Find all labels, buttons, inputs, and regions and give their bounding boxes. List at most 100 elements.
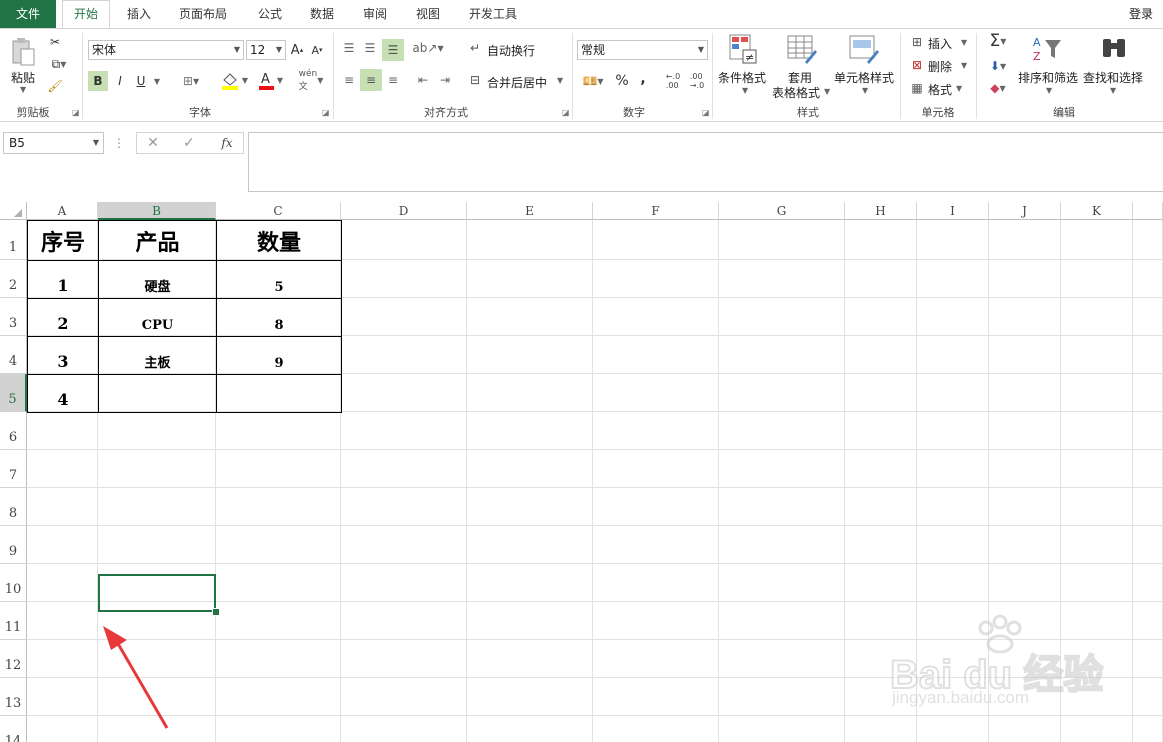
- accounting-format-icon[interactable]: 💴 ▼: [578, 71, 608, 91]
- grid-cell[interactable]: [1061, 374, 1133, 412]
- delete-cells-icon[interactable]: ⊠: [908, 57, 926, 73]
- grid-cell[interactable]: [467, 450, 593, 488]
- font-color-icon[interactable]: A ▼: [254, 69, 286, 91]
- grid-cell[interactable]: [593, 336, 719, 374]
- grid-cell[interactable]: [593, 298, 719, 336]
- grid-cell[interactable]: [719, 526, 845, 564]
- grid-cell[interactable]: [593, 526, 719, 564]
- table-cell[interactable]: 1: [27, 260, 99, 299]
- row-header-7[interactable]: 7: [0, 450, 27, 488]
- grid-cell[interactable]: [467, 602, 593, 640]
- find-select-button[interactable]: 查找和选择: [1083, 69, 1143, 86]
- grid-cell[interactable]: [719, 640, 845, 678]
- format-painter-icon[interactable]: 🖌: [46, 77, 64, 95]
- font-size-select[interactable]: 12 ▼: [246, 40, 286, 60]
- decrease-indent-icon[interactable]: ⇤: [414, 71, 432, 89]
- table-cell[interactable]: 2: [27, 298, 99, 337]
- column-header-c[interactable]: C: [216, 202, 341, 220]
- grid-cell[interactable]: [719, 374, 845, 412]
- grid-cell[interactable]: [989, 526, 1061, 564]
- bold-button[interactable]: B: [88, 71, 108, 91]
- grid-cell[interactable]: [593, 640, 719, 678]
- row-header-8[interactable]: 8: [0, 488, 27, 526]
- grid-cell[interactable]: [1133, 260, 1163, 298]
- align-left-icon[interactable]: ≡: [340, 71, 358, 89]
- grid-cell[interactable]: [341, 260, 467, 298]
- more-options-icon[interactable]: ⋮: [113, 136, 125, 150]
- format-as-table-button[interactable]: 表格格式: [772, 84, 820, 101]
- row-header-12[interactable]: 12: [0, 640, 27, 678]
- grid-cell[interactable]: [1061, 220, 1133, 260]
- table-cell[interactable]: 主板: [98, 336, 217, 375]
- enter-icon[interactable]: ✓: [181, 134, 197, 152]
- wrap-text-button[interactable]: 自动换行: [487, 42, 535, 59]
- conditional-format-icon[interactable]: ≠: [728, 33, 758, 65]
- grid-cell[interactable]: [719, 678, 845, 716]
- grid-cell[interactable]: [1133, 374, 1163, 412]
- grid-cell[interactable]: [719, 260, 845, 298]
- grid-cell[interactable]: [1061, 336, 1133, 374]
- grid-cell[interactable]: [467, 336, 593, 374]
- grid-cell[interactable]: [917, 260, 989, 298]
- column-header-b[interactable]: B: [98, 202, 216, 220]
- grid-cell[interactable]: [341, 412, 467, 450]
- grid-cell[interactable]: [719, 412, 845, 450]
- grid-cell[interactable]: [216, 678, 341, 716]
- grid-cell[interactable]: [719, 220, 845, 260]
- table-cell[interactable]: 9: [216, 336, 342, 375]
- tab-view[interactable]: 视图: [406, 0, 450, 28]
- grid-cell[interactable]: [593, 488, 719, 526]
- decrease-font-icon[interactable]: A ▾: [310, 40, 324, 60]
- decrease-decimal-icon[interactable]: .00 →.0: [686, 71, 708, 91]
- grid-cell[interactable]: [593, 412, 719, 450]
- grid-cell[interactable]: [1061, 450, 1133, 488]
- border-icon[interactable]: ⊞ ▼: [176, 71, 206, 91]
- grid-cell[interactable]: [467, 260, 593, 298]
- align-right-icon[interactable]: ≡: [384, 71, 402, 89]
- grid-cell[interactable]: [719, 564, 845, 602]
- table-cell[interactable]: 8: [216, 298, 342, 337]
- column-header-e[interactable]: E: [467, 202, 593, 220]
- grid-cell[interactable]: [593, 260, 719, 298]
- grid-cell[interactable]: [1061, 526, 1133, 564]
- underline-dropdown-icon[interactable]: ▼: [152, 71, 162, 91]
- grid-cell[interactable]: [1061, 260, 1133, 298]
- grid-cell[interactable]: [917, 412, 989, 450]
- grid-cell[interactable]: [989, 564, 1061, 602]
- column-header-h[interactable]: H: [845, 202, 917, 220]
- grid-cell[interactable]: [27, 564, 98, 602]
- merge-center-icon[interactable]: ⊟: [466, 71, 484, 89]
- table-cell[interactable]: 3: [27, 336, 99, 375]
- grid-cell[interactable]: [341, 564, 467, 602]
- grid-cell[interactable]: [989, 450, 1061, 488]
- formula-input[interactable]: [248, 132, 1163, 192]
- grid-cell[interactable]: [341, 336, 467, 374]
- insert-cells-button[interactable]: 插入: [928, 35, 952, 52]
- grid-cell[interactable]: [27, 678, 98, 716]
- grid-cell[interactable]: [845, 602, 917, 640]
- row-header-1[interactable]: 1: [0, 220, 27, 260]
- align-middle-icon[interactable]: ☰: [361, 39, 379, 57]
- grid-cell[interactable]: [917, 336, 989, 374]
- grid-cell[interactable]: [467, 488, 593, 526]
- column-header-i[interactable]: I: [917, 202, 989, 220]
- wrap-text-icon[interactable]: ↵: [466, 39, 484, 57]
- grid-cell[interactable]: [216, 640, 341, 678]
- grid-cell[interactable]: [341, 602, 467, 640]
- grid-cell[interactable]: [1061, 298, 1133, 336]
- underline-button[interactable]: U: [133, 71, 149, 91]
- grid-cell[interactable]: [341, 678, 467, 716]
- insert-cells-icon[interactable]: ⊞: [908, 34, 926, 50]
- grid-cell[interactable]: [27, 488, 98, 526]
- grid-cell[interactable]: [989, 374, 1061, 412]
- grid-cell[interactable]: [719, 716, 845, 742]
- grid-cell[interactable]: [1133, 412, 1163, 450]
- column-header-f[interactable]: F: [593, 202, 719, 220]
- tab-formulas[interactable]: 公式: [248, 0, 292, 28]
- grid-cell[interactable]: [719, 336, 845, 374]
- table-header-cell[interactable]: 数量: [216, 220, 342, 261]
- grid-cell[interactable]: [27, 450, 98, 488]
- grid-cell[interactable]: [845, 450, 917, 488]
- grid-cell[interactable]: [341, 450, 467, 488]
- column-header-d[interactable]: D: [341, 202, 467, 220]
